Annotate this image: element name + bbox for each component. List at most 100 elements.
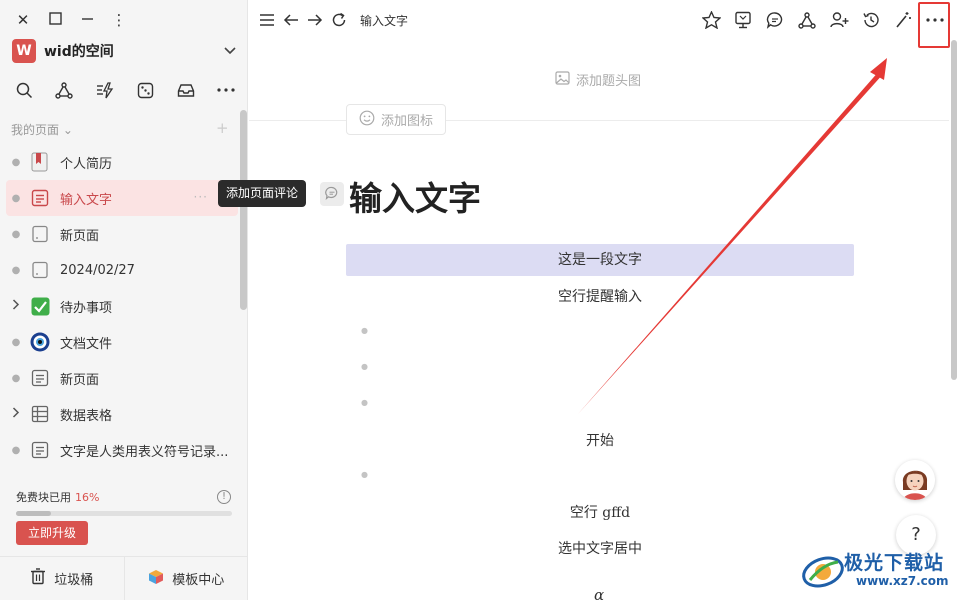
chevron-right-icon[interactable]: [10, 406, 22, 422]
add-cover-button[interactable]: 添加题头图: [555, 70, 641, 89]
page-item-label: 个人简历: [60, 156, 113, 172]
usage-percent: 16%: [75, 491, 100, 504]
page-item-documents[interactable]: ● 文档文件: [6, 324, 238, 360]
upgrade-button[interactable]: 立即升级: [16, 521, 88, 545]
quick-action-icon[interactable]: [93, 78, 117, 102]
space-avatar: W: [12, 39, 36, 63]
formula-block[interactable]: α: [594, 586, 604, 600]
window-controls: ✕ ⋮: [14, 10, 128, 30]
template-center-button[interactable]: 模板中心: [123, 557, 249, 600]
present-icon[interactable]: [732, 9, 754, 31]
star-icon[interactable]: [700, 9, 722, 31]
text-block[interactable]: 空行提醒输入: [346, 286, 854, 306]
empty-block-dot-icon[interactable]: ●: [361, 470, 368, 479]
more-icon[interactable]: [214, 78, 238, 102]
page-item-label: 文字是人类用表义符号记录...: [60, 444, 229, 460]
bullet-dot-icon: ●: [11, 444, 21, 456]
add-icon-button[interactable]: 添加图标: [346, 104, 447, 135]
bullet-dot-icon: ●: [11, 336, 21, 348]
space-switcher[interactable]: W wid的空间: [12, 38, 238, 64]
blank-page-icon: [30, 224, 50, 244]
bullet-dot-icon: ●: [11, 192, 21, 204]
eye-amulet-icon: [30, 332, 50, 352]
graph-icon[interactable]: [52, 78, 76, 102]
add-page-icon[interactable]: +: [216, 119, 229, 137]
page-item-new-page[interactable]: ● 新页面: [6, 216, 238, 252]
page-item-label: 2024/02/27: [60, 262, 135, 278]
page-comment-button[interactable]: [320, 182, 344, 206]
minimize-icon[interactable]: [78, 11, 96, 29]
text-block[interactable]: 空行 gffd: [346, 502, 854, 522]
dice-icon[interactable]: [133, 78, 157, 102]
text-block[interactable]: 开始: [346, 430, 854, 450]
close-icon[interactable]: ✕: [14, 11, 32, 29]
blank-page-icon: [30, 260, 50, 280]
comment-bubble-icon: [325, 185, 339, 204]
chevron-down-icon[interactable]: [222, 44, 238, 58]
sidebar: ✕ ⋮ W wid的空间 我的页面 ⌄ + ● 个人简历 ● 输入文字 ··· …: [0, 0, 248, 600]
space-name: wid的空间: [44, 44, 114, 60]
annotation-highlight-box: [918, 2, 950, 48]
add-collaborator-icon[interactable]: [828, 9, 850, 31]
text-block[interactable]: 选中文字居中: [346, 538, 854, 558]
trash-button[interactable]: 垃圾桶: [0, 557, 124, 600]
page-item-date[interactable]: ● 2024/02/27: [6, 252, 238, 288]
row-more-icon[interactable]: ···: [194, 190, 208, 204]
usage-progress-fill: [16, 511, 51, 516]
page-item-resume[interactable]: ● 个人简历: [6, 144, 238, 180]
menu-icon[interactable]: [258, 11, 276, 29]
comment-tooltip: 添加页面评论: [218, 180, 307, 207]
table-icon: [30, 404, 50, 424]
page-item-long-text[interactable]: ● 文字是人类用表义符号记录...: [6, 432, 238, 468]
watermark-text: 极光下载站: [844, 552, 945, 574]
add-cover-label: 添加题头图: [576, 74, 642, 89]
usage-progress-bar: [16, 511, 232, 516]
page-item-label: 数据表格: [60, 408, 113, 424]
sidebar-footer: 垃圾桶 模板中心: [0, 556, 248, 600]
page-list: ● 个人简历 ● 输入文字 ··· ● 新页面 ● 2024/02/27 待办事…: [6, 144, 238, 468]
sidebar-toolbar: [12, 78, 238, 102]
info-icon[interactable]: !: [217, 490, 231, 504]
inbox-icon[interactable]: [174, 78, 198, 102]
page-title-breadcrumb: 输入文字: [360, 13, 409, 28]
topbar-right: [700, 8, 946, 32]
chevron-right-icon[interactable]: [10, 298, 22, 314]
empty-block-dot-icon[interactable]: ●: [361, 326, 368, 335]
green-check-icon: [30, 296, 50, 316]
document-title[interactable]: 输入文字: [349, 172, 481, 220]
my-pages-section-label[interactable]: 我的页面 ⌄: [11, 121, 73, 138]
app-window: ✕ ⋮ W wid的空间 我的页面 ⌄ + ● 个人简历 ● 输入文字 ··· …: [0, 0, 960, 600]
forward-arrow-icon[interactable]: [306, 11, 324, 29]
page-item-label: 新页面: [60, 372, 100, 388]
page-item-input-text[interactable]: ● 输入文字 ···: [6, 180, 238, 216]
page-item-label: 新页面: [60, 228, 100, 244]
editor-scrollbar[interactable]: [951, 40, 957, 380]
assistant-avatar[interactable]: [895, 460, 935, 500]
graph-view-icon[interactable]: [796, 9, 818, 31]
image-icon: [555, 70, 570, 89]
page-item-new-page-2[interactable]: ● 新页面: [6, 360, 238, 396]
usage-label: 免费块已用 16%: [16, 489, 99, 505]
empty-block-dot-icon[interactable]: ●: [361, 398, 368, 407]
trash-label: 垃圾桶: [54, 573, 94, 588]
doc-page-icon: [30, 440, 50, 460]
vertical-more-icon[interactable]: ⋮: [110, 11, 128, 29]
empty-block-dot-icon[interactable]: ●: [361, 362, 368, 371]
maximize-icon[interactable]: [46, 11, 64, 29]
bullet-dot-icon: ●: [11, 156, 21, 168]
search-icon[interactable]: [12, 78, 36, 102]
page-item-data-table[interactable]: 数据表格: [6, 396, 238, 432]
history-icon[interactable]: [860, 9, 882, 31]
sidebar-scrollbar[interactable]: [240, 110, 247, 310]
template-center-label: 模板中心: [172, 573, 225, 588]
highlighted-text-block[interactable]: 这是一段文字: [346, 244, 854, 276]
site-watermark: 极光下载站 www.xz7.com: [800, 546, 956, 594]
page-item-todo[interactable]: 待办事项: [6, 288, 238, 324]
doc-page-icon: [30, 368, 50, 388]
comment-icon[interactable]: [764, 9, 786, 31]
magic-wand-icon[interactable]: [892, 9, 914, 31]
bookmark-book-icon: [30, 152, 50, 172]
back-arrow-icon[interactable]: [282, 11, 300, 29]
refresh-icon[interactable]: [330, 11, 348, 29]
main-editor: 输入文字 添加题头图 添加图标 输入文字 这是一段文字 空行提醒输入 ● ● ●…: [249, 0, 960, 600]
